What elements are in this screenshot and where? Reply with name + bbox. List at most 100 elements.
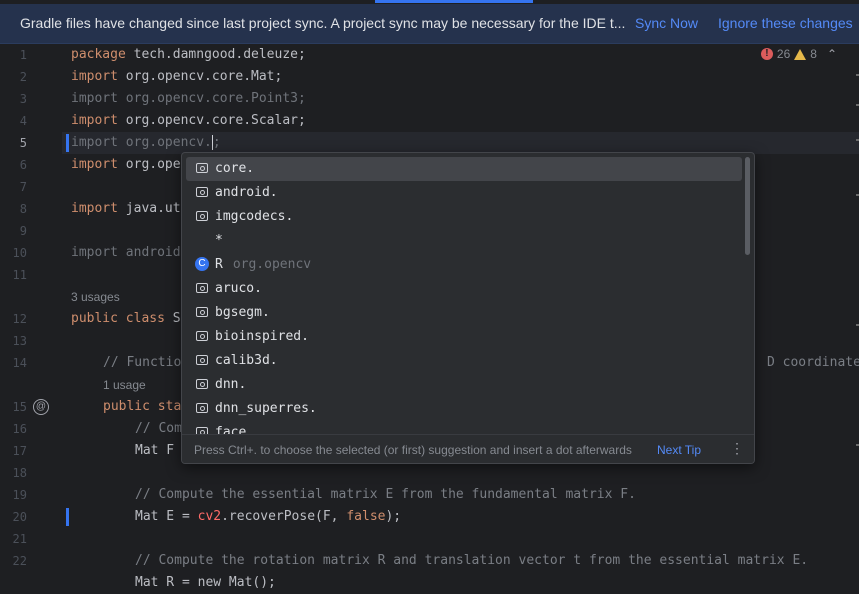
line-number: 13 <box>12 334 27 348</box>
comment: // Functio <box>103 355 182 370</box>
line-number: 17 <box>12 444 27 458</box>
code-text: import org.opencv. <box>71 135 212 150</box>
override-annotation-icon[interactable]: @ <box>33 399 49 415</box>
completion-item[interactable]: * <box>186 229 742 253</box>
keyword: false <box>346 509 386 524</box>
sync-now-link[interactable]: Sync Now <box>635 15 698 31</box>
active-tab-indicator <box>375 0 533 3</box>
code-line: 19 // Compute the essential matrix E fro… <box>0 484 859 506</box>
completion-label: calib3d. <box>215 353 278 368</box>
ignore-changes-link[interactable]: Ignore these changes <box>718 15 853 31</box>
line-number: 3 <box>19 92 27 106</box>
completion-label: imgcodecs. <box>215 209 294 224</box>
gradle-sync-banner: Gradle files have changed since last pro… <box>0 4 859 44</box>
line-number: 16 <box>12 422 27 436</box>
code-text: ); <box>385 509 402 524</box>
completion-label: core. <box>215 161 255 176</box>
completion-label: android. <box>215 185 278 200</box>
completion-item[interactable]: C Rorg.opencv <box>186 253 742 277</box>
code-text: org.opencv.core.Scalar; <box>117 113 306 128</box>
line-number: 10 <box>12 246 27 260</box>
line-number: 8 <box>19 202 27 216</box>
usages-hint[interactable]: 3 usages <box>71 290 120 304</box>
code-text: S <box>164 311 181 326</box>
code-line: 21 <box>0 528 859 550</box>
comment: // Compute the rotation matrix R and tra… <box>135 553 809 568</box>
keyword: public sta <box>103 399 182 414</box>
package-icon <box>196 283 208 293</box>
line-number: 15 <box>12 400 27 414</box>
code-line: 1 package tech.damngood.deleuze; <box>0 44 859 66</box>
popup-scrollbar[interactable] <box>745 157 750 255</box>
code-text: Mat F <box>135 443 175 458</box>
next-tip-link[interactable]: Next Tip <box>657 443 701 457</box>
code-line: 22 // Compute the rotation matrix R and … <box>0 550 859 572</box>
line-number: 5 <box>19 136 27 150</box>
code-line-current: 5 import org.opencv.; <box>0 132 859 154</box>
code-text: org.ope <box>117 157 181 172</box>
keyword: package <box>71 47 126 62</box>
completion-label: R <box>215 257 223 272</box>
code-text: java.ut <box>117 201 181 216</box>
code-text: Mat E = <box>135 509 198 524</box>
code-completion-popup[interactable]: core. android. imgcodecs. * C Rorg.openc… <box>181 152 755 464</box>
line-number: 2 <box>19 70 27 84</box>
completion-item[interactable]: aruco. <box>186 277 742 301</box>
line-number: 9 <box>19 224 27 238</box>
package-icon <box>196 331 208 341</box>
class-icon: C <box>195 257 209 271</box>
unresolved-symbol: cv2 <box>197 509 222 524</box>
completion-label: dnn. <box>215 377 247 392</box>
line-number: 14 <box>12 356 27 370</box>
package-icon <box>196 403 208 413</box>
completion-item[interactable]: calib3d. <box>186 349 742 373</box>
keyword: public class <box>71 311 165 326</box>
code-line: Mat R = new Mat(); <box>0 572 859 594</box>
line-number: 11 <box>12 268 27 282</box>
package-icon <box>196 379 208 389</box>
line-number: 7 <box>19 180 27 194</box>
completion-label: aruco. <box>215 281 262 296</box>
line-number: 12 <box>12 312 27 326</box>
code-line: 2 import org.opencv.core.Mat; <box>0 66 859 88</box>
completion-item[interactable]: dnn. <box>186 373 742 397</box>
package-icon <box>196 211 208 221</box>
code-text: .recoverPose(F, <box>221 509 347 524</box>
comment: // Compute the essential matrix E from t… <box>135 487 636 502</box>
completion-item[interactable]: bgsegm. <box>186 301 742 325</box>
completion-label: bioinspired. <box>215 329 309 344</box>
keyword: import <box>71 69 118 84</box>
unused-import: import android <box>71 245 181 260</box>
line-number: 19 <box>12 488 27 502</box>
completion-item[interactable]: android. <box>186 181 742 205</box>
usages-hint[interactable]: 1 usage <box>103 378 146 392</box>
keyword: import <box>71 157 118 172</box>
comment-tail: D coordinates <box>767 355 859 370</box>
line-number: 18 <box>12 466 27 480</box>
completion-tip: Press Ctrl+. to choose the selected (or … <box>194 443 632 457</box>
package-icon <box>196 307 208 317</box>
code-text: tech.damngood.deleuze; <box>125 47 306 62</box>
code-line: 18 <box>0 462 859 484</box>
code-line: 20 Mat E = cv2.recoverPose(F, false); <box>0 506 859 528</box>
completion-item[interactable]: bioinspired. <box>186 325 742 349</box>
comment: // Com <box>135 421 182 436</box>
completion-item[interactable]: core. <box>186 157 742 181</box>
code-text: org.opencv.core.Mat; <box>117 69 283 84</box>
unused-import: import org.opencv.core.Point3; <box>71 91 306 106</box>
code-line: 4 import org.opencv.core.Scalar; <box>0 110 859 132</box>
more-options-icon[interactable]: ⋮ <box>730 440 744 457</box>
line-number: 6 <box>19 158 27 172</box>
completion-item[interactable]: imgcodecs. <box>186 205 742 229</box>
keyword: import <box>71 113 118 128</box>
completion-label: bgsegm. <box>215 305 270 320</box>
keyword: import <box>71 201 118 216</box>
code-line: 3 import org.opencv.core.Point3; <box>0 88 859 110</box>
banner-message: Gradle files have changed since last pro… <box>20 15 626 31</box>
package-icon <box>196 355 208 365</box>
completion-package-hint: org.opencv <box>232 257 312 272</box>
code-text: Mat R = new Mat(); <box>135 575 276 590</box>
completion-item[interactable]: dnn_superres. <box>186 397 742 421</box>
package-icon <box>196 187 208 197</box>
package-icon <box>196 163 208 173</box>
